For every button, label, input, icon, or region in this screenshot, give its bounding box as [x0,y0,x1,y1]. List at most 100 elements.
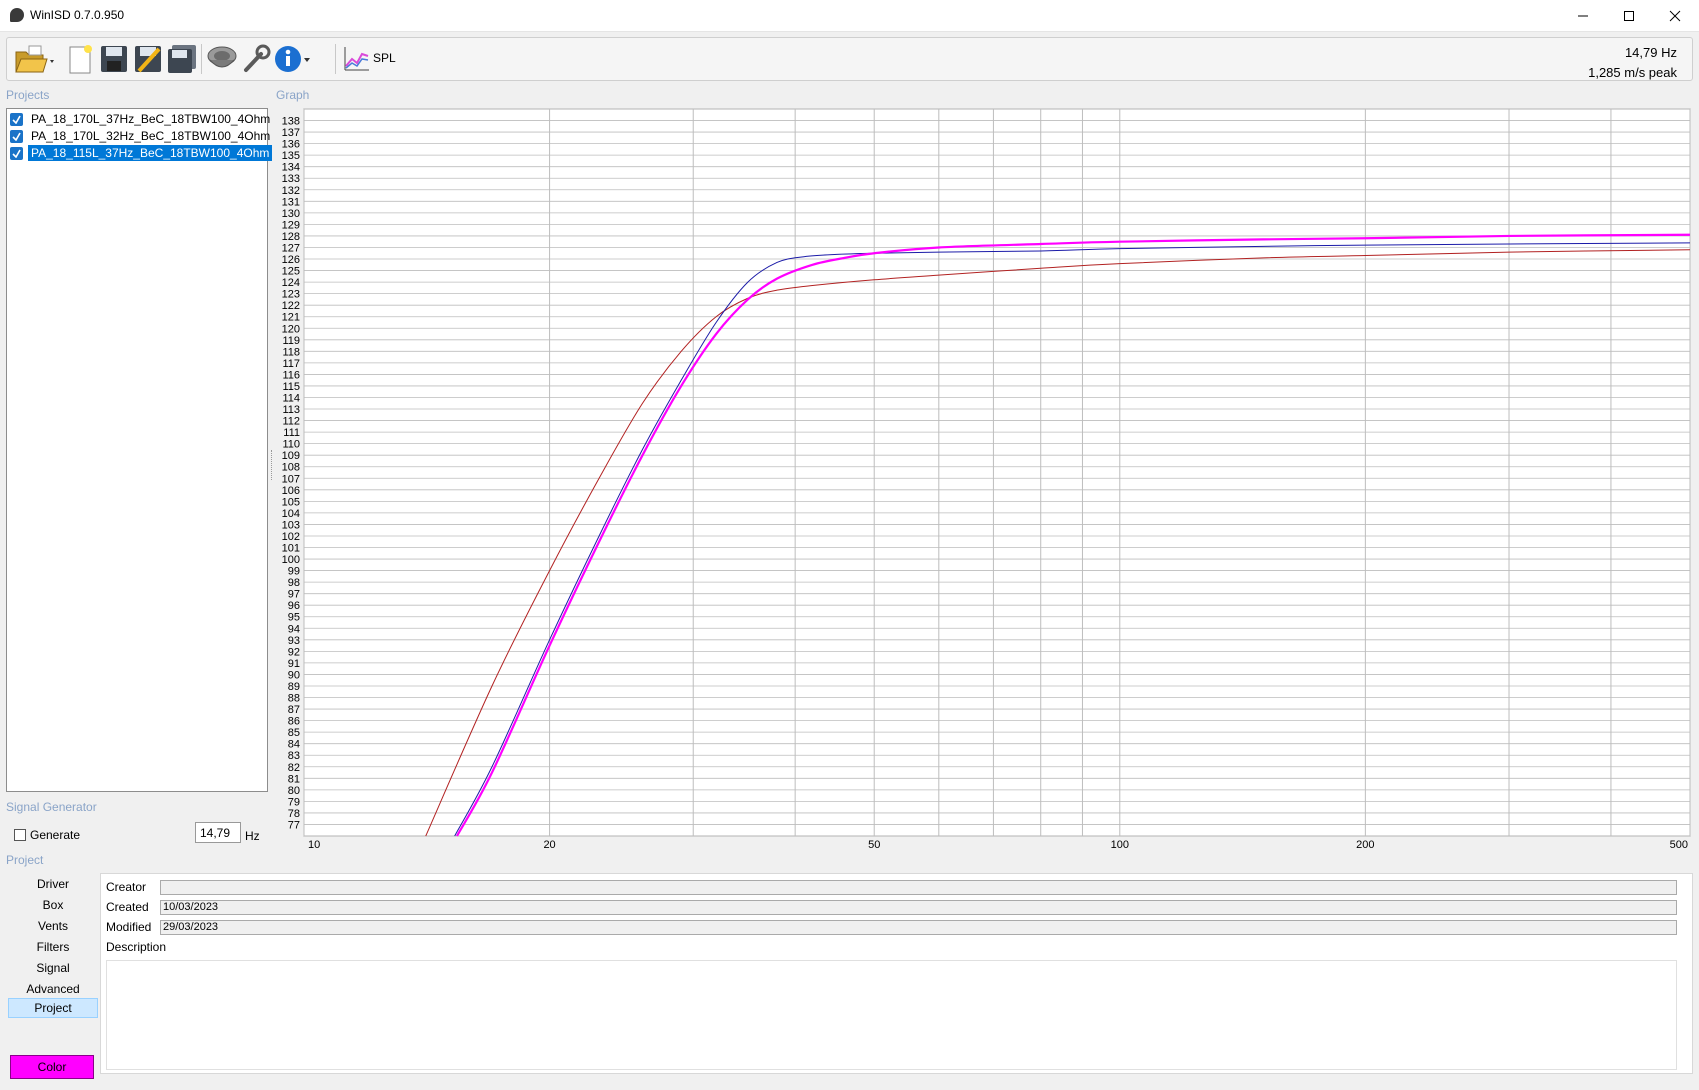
y-tick-label: 88 [288,693,300,705]
wrench-icon [244,44,271,72]
y-tick-label: 84 [288,739,300,751]
y-tick-label: 112 [282,416,300,428]
spl-graph[interactable]: 7778798081828384858687888990919293949596… [270,104,1694,854]
generate-checkbox[interactable] [14,829,26,841]
nav-box[interactable]: Box [8,895,98,915]
info-icon [275,46,310,72]
modified-field[interactable]: 29/03/2023 [160,920,1677,935]
y-tick-label: 119 [282,335,300,347]
project-item[interactable]: PA_18_170L_32Hz_BeC_18TBW100_4Ohm [10,128,273,144]
tools-button[interactable] [239,41,273,77]
y-tick-label: 97 [288,589,300,601]
spl-label[interactable]: SPL [373,51,396,65]
color-button[interactable]: Color [10,1055,94,1079]
y-tick-label: 104 [282,508,300,520]
x-tick-label: 10 [308,839,320,851]
save-as-button[interactable] [131,41,165,77]
driver-button[interactable] [205,41,239,77]
y-tick-label: 92 [288,646,300,658]
y-tick-label: 128 [282,231,300,243]
y-tick-label: 124 [282,277,300,289]
y-tick-label: 106 [282,485,300,497]
y-tick-label: 102 [282,531,300,543]
info-button[interactable] [273,41,313,77]
save-all-icon [168,45,196,73]
y-tick-label: 136 [282,139,300,151]
y-tick-label: 85 [288,727,300,739]
maximize-icon [1624,10,1634,21]
y-tick-label: 138 [282,116,300,128]
project-item-selected[interactable]: PA_18_115L_37Hz_BeC_18TBW100_4Ohm [10,145,273,161]
generate-label: Generate [30,828,81,842]
nav-project[interactable]: Project [8,998,98,1018]
x-axis-ticks: 10 20 50 100 200 500 [308,839,1688,851]
open-button[interactable] [13,41,57,77]
save-as-icon [135,46,161,73]
y-tick-label: 108 [282,462,300,474]
maximize-button[interactable] [1606,0,1652,31]
spl-graph-button[interactable] [339,41,373,77]
y-tick-label: 77 [288,819,300,831]
y-tick-label: 115 [282,381,300,393]
save-button[interactable] [97,41,131,77]
y-tick-label: 96 [288,600,300,612]
project-checkbox[interactable] [10,129,23,143]
y-tick-label: 137 [282,127,300,139]
checkmark-icon [12,132,21,141]
description-textarea[interactable] [106,960,1677,1070]
y-axis-ticks: 7778798081828384858687888990919293949596… [282,116,300,832]
save-all-button[interactable] [165,41,199,77]
nav-signal[interactable]: Signal [8,958,98,978]
created-field[interactable]: 10/03/2023 [160,900,1677,915]
project-section-label: Project [6,853,44,867]
nav-driver[interactable]: Driver [8,874,98,894]
y-tick-label: 132 [282,185,300,197]
y-tick-label: 125 [282,266,300,278]
y-tick-label: 82 [288,762,300,774]
new-button[interactable] [63,41,97,77]
y-tick-label: 91 [288,658,300,670]
y-tick-label: 87 [288,704,300,716]
project-name: PA_18_170L_37Hz_BeC_18TBW100_4Ohm [31,112,271,126]
y-tick-label: 107 [282,473,300,485]
y-tick-label: 99 [288,566,300,578]
minimize-button[interactable] [1560,0,1606,31]
project-item[interactable]: PA_18_170L_37Hz_BeC_18TBW100_4Ohm [10,111,273,127]
y-tick-label: 86 [288,716,300,728]
frequency-input[interactable] [195,822,241,843]
x-tick-label: 50 [868,839,880,851]
modified-label: Modified [106,920,152,934]
y-tick-label: 110 [282,439,300,451]
signal-generator-section-label: Signal Generator [6,800,97,814]
spl-graph-icon [344,47,369,71]
x-tick-label: 500 [1670,839,1688,851]
frequency-readout: 14,79 Hz 1,285 m/s peak [1588,43,1677,83]
creator-label: Creator [106,880,147,894]
project-checkbox[interactable] [10,146,23,160]
projects-list: PA_18_170L_37Hz_BeC_18TBW100_4Ohm PA_18_… [6,108,273,792]
project-checkbox[interactable] [10,112,23,126]
y-tick-label: 129 [282,219,300,231]
y-tick-label: 89 [288,681,300,693]
close-button[interactable] [1652,0,1698,31]
toolbar-separator [335,44,336,74]
open-folder-icon [15,45,54,73]
y-tick-label: 80 [288,785,300,797]
y-tick-label: 98 [288,577,300,589]
y-tick-label: 95 [288,612,300,624]
y-tick-label: 100 [282,554,300,566]
x-tick-label: 100 [1111,839,1129,851]
creator-field[interactable] [160,880,1677,895]
nav-vents[interactable]: Vents [8,916,98,936]
y-tick-label: 111 [283,427,300,439]
nav-advanced[interactable]: Advanced [8,979,98,999]
readout-frequency: 14,79 Hz [1624,45,1677,60]
project-name: PA_18_115L_37Hz_BeC_18TBW100_4Ohm [28,145,273,161]
y-tick-label: 109 [282,450,300,462]
y-tick-label: 123 [282,289,300,301]
y-tick-label: 90 [288,669,300,681]
y-tick-label: 81 [288,773,300,785]
x-tick-label: 20 [543,839,555,851]
y-tick-label: 78 [288,808,300,820]
nav-filters[interactable]: Filters [8,937,98,957]
